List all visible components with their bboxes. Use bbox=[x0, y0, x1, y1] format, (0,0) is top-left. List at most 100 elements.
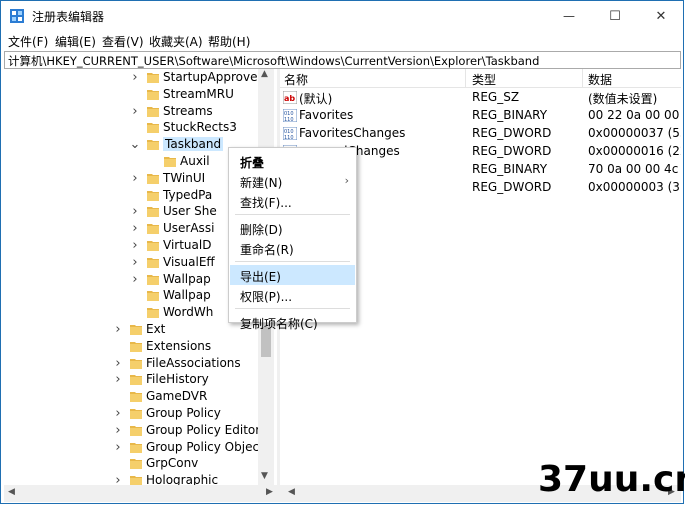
tree-item-label: Group Policy Object bbox=[146, 439, 264, 454]
chevron-right-icon[interactable]: › bbox=[112, 422, 124, 439]
title-bar: 注册表编辑器 — ☐ ✕ bbox=[1, 1, 683, 31]
chevron-right-icon[interactable]: › bbox=[129, 170, 141, 187]
folder-icon bbox=[130, 358, 142, 369]
folder-icon bbox=[130, 392, 142, 403]
tree-item-label: Extensions bbox=[146, 338, 212, 353]
svg-text:110: 110 bbox=[284, 135, 294, 140]
maximize-button[interactable]: ☐ bbox=[592, 1, 638, 31]
chevron-right-icon[interactable]: › bbox=[112, 321, 124, 338]
context-menu-label: 复制项名称(C) bbox=[240, 317, 318, 331]
tree-item[interactable]: Extensions bbox=[4, 338, 264, 355]
minimize-button[interactable]: — bbox=[546, 1, 592, 31]
chevron-right-icon[interactable]: › bbox=[112, 405, 124, 422]
tree-item[interactable]: TypedPa bbox=[4, 187, 264, 204]
context-menu-label: 折叠 bbox=[240, 156, 265, 170]
tree-item[interactable]: StreamMRU bbox=[4, 86, 264, 103]
menu-separator bbox=[235, 308, 350, 309]
chevron-right-icon[interactable]: › bbox=[129, 103, 141, 120]
tree-item[interactable]: › StartupApprove bbox=[4, 69, 264, 86]
tree-item[interactable]: › TWinUI bbox=[4, 170, 264, 187]
scroll-left-icon[interactable]: ◀ bbox=[8, 487, 15, 497]
folder-icon bbox=[147, 140, 159, 151]
tree-item[interactable]: › Group Policy bbox=[4, 405, 264, 422]
value-row[interactable]: ab (默认) REG_SZ (数值未设置) bbox=[280, 89, 681, 107]
tree-item[interactable]: StuckRects3 bbox=[4, 119, 264, 136]
value-type: REG_DWORD bbox=[472, 144, 552, 158]
tree-item[interactable]: WordWh bbox=[4, 304, 264, 321]
column-name-header[interactable]: 名称 bbox=[284, 71, 308, 88]
tree-item[interactable]: › User She bbox=[4, 203, 264, 220]
scroll-down-icon[interactable]: ▼ bbox=[261, 471, 268, 481]
chevron-right-icon[interactable]: › bbox=[129, 271, 141, 288]
tree-item[interactable]: › Group Policy Editor bbox=[4, 422, 264, 439]
tree-item[interactable]: Auxil bbox=[4, 153, 264, 170]
address-bar[interactable]: 计算机\HKEY_CURRENT_USER\Software\Microsoft… bbox=[4, 51, 681, 69]
tree-item[interactable]: › FileAssociations bbox=[4, 355, 264, 372]
tree-item[interactable]: ⌄ Taskband bbox=[4, 136, 264, 153]
tree-item[interactable]: › Group Policy Object bbox=[4, 439, 264, 456]
menu-help[interactable]: 帮助(H) bbox=[208, 33, 250, 50]
scroll-right-icon[interactable]: ▶ bbox=[266, 487, 273, 497]
chevron-right-icon[interactable]: › bbox=[129, 237, 141, 254]
tree-item[interactable]: › VirtualD bbox=[4, 237, 264, 254]
context-menu-label: 查找(F)... bbox=[240, 196, 292, 210]
column-divider[interactable] bbox=[465, 69, 466, 87]
tree-item-label: TWinUI bbox=[163, 170, 206, 185]
value-row[interactable]: 010 110 FavoritesChanges REG_DWORD 0x0000003… bbox=[280, 125, 681, 143]
tree-item[interactable]: Wallpap bbox=[4, 287, 264, 304]
folder-icon bbox=[130, 459, 142, 470]
chevron-right-icon[interactable]: › bbox=[129, 203, 141, 220]
context-menu-item[interactable]: 删除(D) bbox=[230, 218, 355, 238]
close-button[interactable]: ✕ bbox=[638, 1, 684, 31]
tree-item[interactable]: › Holographic bbox=[4, 472, 264, 485]
binary-value-icon: 010110 bbox=[283, 127, 297, 140]
tree-item-label: Group Policy Editor bbox=[146, 422, 261, 437]
binary-value-icon: 010110 bbox=[283, 109, 297, 122]
chevron-right-icon[interactable]: › bbox=[129, 220, 141, 237]
column-type-header[interactable]: 类型 bbox=[472, 71, 496, 88]
tree-item[interactable]: › Wallpap bbox=[4, 271, 264, 288]
tree-item-label: UserAssi bbox=[163, 221, 215, 236]
menu-favorites[interactable]: 收藏夹(A) bbox=[149, 33, 203, 50]
chevron-down-icon[interactable]: ⌄ bbox=[129, 136, 141, 153]
tree-item[interactable]: › VisualEff bbox=[4, 254, 264, 271]
chevron-right-icon[interactable]: › bbox=[112, 472, 124, 485]
context-menu: 折叠 新建(N) › 查找(F)... 删除(D) 重命名(R) 导出(E) 权限(P)...… bbox=[228, 147, 357, 331]
column-data-header[interactable]: 数据 bbox=[588, 71, 612, 88]
tree-item[interactable]: › FileHistory bbox=[4, 371, 264, 388]
tree-item-label: FileHistory bbox=[146, 372, 209, 387]
value-row[interactable]: 010 110 Favorites REG_BINARY 00 22 0a 00 00 … bbox=[280, 107, 681, 125]
chevron-right-icon[interactable]: › bbox=[112, 355, 124, 372]
tree-item[interactable]: GameDVR bbox=[4, 388, 264, 405]
menu-view[interactable]: 查看(V) bbox=[102, 33, 144, 50]
folder-icon bbox=[147, 190, 159, 201]
chevron-right-icon[interactable]: › bbox=[112, 439, 124, 456]
folder-icon bbox=[130, 409, 142, 419]
context-menu-item[interactable]: 重命名(R) bbox=[230, 238, 355, 258]
tree-item[interactable]: › UserAssi bbox=[4, 220, 264, 237]
context-menu-label: 导出(E) bbox=[240, 270, 281, 284]
value-type: REG_DWORD bbox=[472, 180, 552, 194]
folder-icon bbox=[147, 224, 159, 235]
tree-item[interactable]: › Streams bbox=[4, 103, 264, 120]
chevron-right-icon[interactable]: › bbox=[129, 254, 141, 271]
scroll-left-icon[interactable]: ◀ bbox=[288, 487, 295, 497]
registry-editor-window: 注册表编辑器 — ☐ ✕ 文件(F) 编辑(E) 查看(V) 收藏夹(A) 帮助… bbox=[0, 0, 685, 504]
tree-item-label: FileAssociations bbox=[146, 355, 241, 370]
context-menu-item[interactable]: 导出(E) bbox=[230, 265, 355, 285]
context-menu-item[interactable]: 查找(F)... bbox=[230, 191, 355, 211]
tree-item[interactable]: GrpConv bbox=[4, 455, 264, 472]
tree-item-label: StuckRects3 bbox=[163, 120, 237, 135]
chevron-right-icon[interactable]: › bbox=[129, 69, 141, 86]
context-menu-item[interactable]: 复制项名称(C) bbox=[230, 312, 355, 332]
scroll-up-icon[interactable]: ▲ bbox=[261, 69, 268, 79]
chevron-right-icon[interactable]: › bbox=[112, 371, 124, 388]
value-data: 70 0a 00 00 4c 0 bbox=[588, 162, 681, 176]
context-menu-item[interactable]: 权限(P)... bbox=[230, 285, 355, 305]
column-divider[interactable] bbox=[582, 69, 583, 87]
tree-item[interactable]: › Ext bbox=[4, 321, 264, 338]
menu-edit[interactable]: 编辑(E) bbox=[55, 33, 96, 50]
menu-file[interactable]: 文件(F) bbox=[8, 33, 48, 50]
context-menu-item[interactable]: 新建(N) › bbox=[230, 171, 355, 191]
context-menu-item[interactable]: 折叠 bbox=[230, 151, 355, 171]
